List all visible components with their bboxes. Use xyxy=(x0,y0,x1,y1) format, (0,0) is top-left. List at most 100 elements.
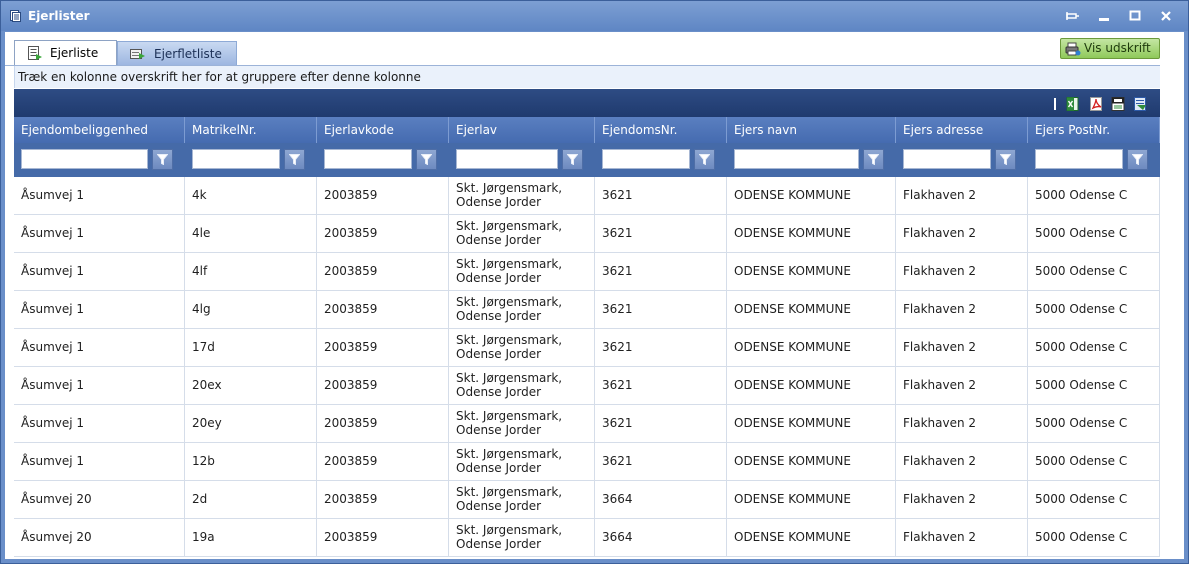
cell-ejendomsnr: 3664 xyxy=(595,481,727,519)
vis-udskrift-label: Vis udskrift xyxy=(1084,41,1151,55)
cell-value: ODENSE KOMMUNE xyxy=(734,302,851,316)
cell-value: Åsumvej 1 xyxy=(21,188,85,202)
word-export-icon[interactable] xyxy=(1133,97,1147,111)
column-header-ejerlav[interactable]: Ejerlav xyxy=(449,117,595,143)
column-header-ejers-adresse[interactable]: Ejers adresse xyxy=(896,117,1028,143)
cell-ejendomsnr: 3621 xyxy=(595,253,727,291)
cell-ejendomsnr: 3621 xyxy=(595,291,727,329)
cell-ejerlav: Skt. Jørgensmark, Odense Jorder xyxy=(449,177,595,215)
table-row[interactable]: Åsumvej 20 2d 2003859 Skt. Jørgensmark, Ode… xyxy=(14,481,1160,519)
filter-button[interactable] xyxy=(152,149,173,170)
pdf-export-icon[interactable] xyxy=(1089,97,1103,111)
filter-funnel-icon xyxy=(567,154,578,165)
csv-export-icon[interactable] xyxy=(1111,97,1125,111)
cell-value: 5000 Odense C xyxy=(1035,188,1128,202)
filter-funnel-icon xyxy=(289,154,300,165)
cell-value: 5000 Odense C xyxy=(1035,264,1128,278)
filter-input-matrikelnr[interactable] xyxy=(192,149,280,169)
table-row[interactable]: Åsumvej 1 4lg 2003859 Skt. Jørgensmark, Ode… xyxy=(14,291,1160,329)
cell-value: Flakhaven 2 xyxy=(903,226,977,240)
cell-value: 5000 Odense C xyxy=(1035,454,1128,468)
group-by-drop-area[interactable]: Træk en kolonne overskrift her for at gr… xyxy=(14,66,1160,88)
minimize-icon[interactable] xyxy=(1095,7,1113,25)
cell-value: Åsumvej 1 xyxy=(21,378,85,392)
cell-matrikelnr: 17d xyxy=(185,329,317,367)
cell-ejerlavkode: 2003859 xyxy=(317,329,449,367)
cell-value: 3621 xyxy=(602,340,633,354)
table-row[interactable]: Åsumvej 1 12b 2003859 Skt. Jørgensmark, Ode… xyxy=(14,443,1160,481)
tab-ejerfletliste[interactable]: Ejerfletliste xyxy=(117,41,237,66)
cell-value: 3621 xyxy=(602,416,633,430)
pin-icon[interactable] xyxy=(1063,7,1081,25)
cell-ejendombeliggenhed: Åsumvej 1 xyxy=(14,367,185,405)
tab-bar: Ejerliste Ejerfletliste Vis udskrift xyxy=(5,32,1184,66)
cell-value: Flakhaven 2 xyxy=(903,340,977,354)
tab-ejerliste[interactable]: Ejerliste xyxy=(14,40,117,66)
filter-input-ejers-navn[interactable] xyxy=(734,149,859,169)
column-header-label: MatrikelNr. xyxy=(192,123,257,137)
cell-ejers-navn: ODENSE KOMMUNE xyxy=(727,481,896,519)
cell-value: 4k xyxy=(192,188,207,202)
column-header-ejendomsnr[interactable]: EjendomsNr. xyxy=(595,117,727,143)
cell-value: 5000 Odense C xyxy=(1035,492,1128,506)
cell-ejendombeliggenhed: Åsumvej 20 xyxy=(14,519,185,557)
filter-input-ejers-postnr[interactable] xyxy=(1035,149,1123,169)
cell-value: Flakhaven 2 xyxy=(903,454,977,468)
filter-button[interactable] xyxy=(1127,149,1148,170)
cell-ejers-adresse: Flakhaven 2 xyxy=(896,177,1028,215)
table-row[interactable]: Åsumvej 1 17d 2003859 Skt. Jørgensmark, Ode… xyxy=(14,329,1160,367)
column-header-ejerlavkode[interactable]: Ejerlavkode xyxy=(317,117,449,143)
cell-value: Skt. Jørgensmark, Odense Jorder xyxy=(456,409,563,437)
window-content: Ejerliste Ejerfletliste Vis udskrift Træ… xyxy=(5,32,1184,559)
column-header-ejers-navn[interactable]: Ejers navn xyxy=(727,117,896,143)
cell-value: 5000 Odense C xyxy=(1035,530,1128,544)
close-icon[interactable] xyxy=(1157,7,1175,25)
cell-value: 2003859 xyxy=(324,226,378,240)
filter-cell-ejendombeliggenhed xyxy=(14,143,185,177)
cell-value: 5000 Odense C xyxy=(1035,378,1128,392)
filter-button[interactable] xyxy=(562,149,583,170)
cell-ejendomsnr: 3621 xyxy=(595,177,727,215)
cell-value: ODENSE KOMMUNE xyxy=(734,188,851,202)
cell-value: 2d xyxy=(192,492,208,506)
cell-ejers-navn: ODENSE KOMMUNE xyxy=(727,291,896,329)
table-row[interactable]: Åsumvej 1 4k 2003859 Skt. Jørgensmark, Oden… xyxy=(14,177,1160,215)
cell-ejendomsnr: 3621 xyxy=(595,215,727,253)
filter-funnel-icon xyxy=(421,154,432,165)
filter-button[interactable] xyxy=(284,149,305,170)
filter-button[interactable] xyxy=(416,149,437,170)
cell-value: Åsumvej 1 xyxy=(21,416,85,430)
column-header-ejers-postnr[interactable]: Ejers PostNr. xyxy=(1028,117,1160,143)
cell-matrikelnr: 20ex xyxy=(185,367,317,405)
filter-cell-ejers-adresse xyxy=(896,143,1028,177)
filter-button[interactable] xyxy=(694,149,715,170)
cell-ejers-adresse: Flakhaven 2 xyxy=(896,329,1028,367)
cell-value: 20ex xyxy=(192,378,222,392)
filter-input-ejendomsnr[interactable] xyxy=(602,149,690,169)
cell-ejerlav: Skt. Jørgensmark, Odense Jorder xyxy=(449,329,595,367)
filter-input-ejerlavkode[interactable] xyxy=(324,149,412,169)
column-header-ejendombeliggenhed[interactable]: Ejendombeliggenhed xyxy=(14,117,185,143)
column-header-matrikelnr[interactable]: MatrikelNr. xyxy=(185,117,317,143)
filter-input-ejers-adresse[interactable] xyxy=(903,149,991,169)
cell-ejerlavkode: 2003859 xyxy=(317,291,449,329)
excel-export-icon[interactable] xyxy=(1066,97,1080,111)
filter-input-ejerlav[interactable] xyxy=(456,149,558,169)
vis-udskrift-button[interactable]: Vis udskrift xyxy=(1060,38,1160,59)
cell-value: Flakhaven 2 xyxy=(903,416,977,430)
cell-value: Skt. Jørgensmark, Odense Jorder xyxy=(456,485,563,513)
maximize-icon[interactable] xyxy=(1126,7,1144,25)
cell-ejendomsnr: 3621 xyxy=(595,329,727,367)
filter-input-ejendombeliggenhed[interactable] xyxy=(21,149,148,169)
table-row[interactable]: Åsumvej 20 19a 2003859 Skt. Jørgensmark, Od… xyxy=(14,519,1160,557)
table-row[interactable]: Åsumvej 1 4lf 2003859 Skt. Jørgensmark, Ode… xyxy=(14,253,1160,291)
table-row[interactable]: Åsumvej 1 20ey 2003859 Skt. Jørgensmark, Od… xyxy=(14,405,1160,443)
cell-value: 20ey xyxy=(192,416,222,430)
filter-button[interactable] xyxy=(995,149,1016,170)
table-row[interactable]: Åsumvej 1 20ex 2003859 Skt. Jørgensmark, Od… xyxy=(14,367,1160,405)
cell-value: 3621 xyxy=(602,454,633,468)
table-row[interactable]: Åsumvej 1 4le 2003859 Skt. Jørgensmark, Ode… xyxy=(14,215,1160,253)
cell-value: 5000 Odense C xyxy=(1035,340,1128,354)
filter-button[interactable] xyxy=(863,149,884,170)
group-by-hint: Træk en kolonne overskrift her for at gr… xyxy=(18,70,421,84)
